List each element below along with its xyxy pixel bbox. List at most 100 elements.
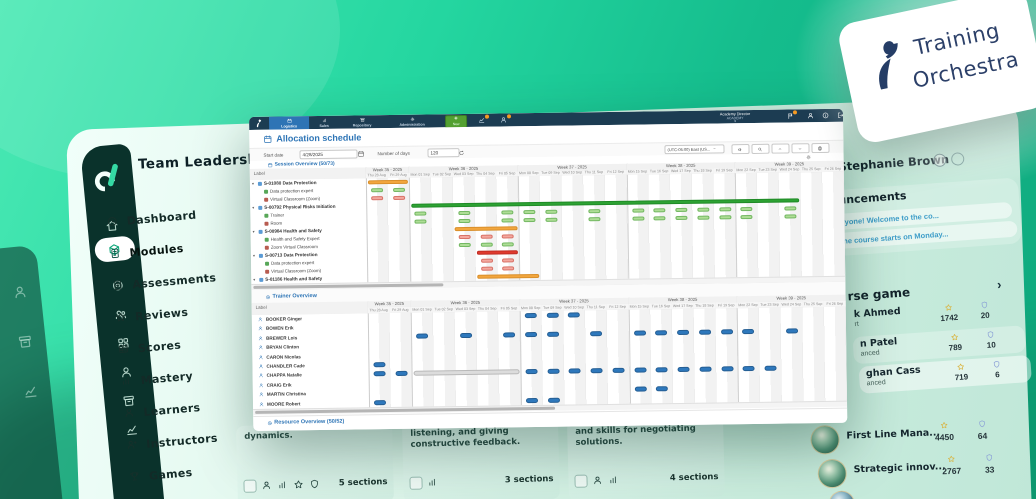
allocation-chip[interactable] — [373, 399, 386, 405]
allocation-chip[interactable] — [458, 242, 471, 248]
allocation-chip[interactable] — [370, 195, 384, 201]
allocation-chip[interactable] — [458, 234, 471, 240]
allocation-chip[interactable] — [544, 209, 558, 215]
allocation-chip[interactable] — [677, 329, 690, 335]
allocation-chip[interactable] — [545, 217, 558, 223]
session-bar[interactable] — [367, 179, 408, 185]
allocation-chip[interactable] — [656, 386, 669, 392]
allocation-chip[interactable] — [697, 215, 710, 221]
allocation-chip[interactable] — [653, 215, 666, 221]
allocation-chip[interactable] — [740, 206, 753, 212]
allocation-chip[interactable] — [588, 216, 601, 222]
allocation-chip[interactable] — [590, 368, 603, 374]
allocation-chip[interactable] — [568, 368, 582, 374]
allocation-chip[interactable] — [501, 210, 514, 215]
allocation-chip[interactable] — [612, 368, 625, 374]
allocation-chip[interactable] — [632, 216, 645, 221]
allocation-chip[interactable] — [523, 209, 536, 215]
allocation-chip[interactable] — [480, 258, 493, 264]
allocation-chip[interactable] — [392, 195, 405, 201]
allocation-chip[interactable] — [655, 329, 668, 336]
course-row[interactable]: Strategic innov... 2767 33 — [813, 450, 1024, 489]
allocation-chip[interactable] — [675, 207, 688, 213]
tab-sales[interactable]: Sales — [309, 116, 339, 129]
module-card[interactable]: and skills for negotiating solutions. 4 s… — [566, 416, 726, 499]
allocation-chip[interactable] — [764, 366, 777, 372]
allocation-chip[interactable] — [458, 218, 471, 224]
notifications-icon[interactable] — [950, 152, 965, 166]
allocation-chip[interactable] — [458, 210, 471, 216]
session-bar[interactable] — [477, 250, 518, 256]
allocation-chip[interactable] — [547, 397, 560, 403]
allocation-chip[interactable] — [699, 366, 712, 373]
allocation-chip[interactable] — [525, 397, 538, 403]
start-date-input[interactable] — [299, 149, 358, 160]
allocation-chip[interactable] — [416, 333, 429, 339]
allocation-chip[interactable] — [395, 371, 408, 377]
allocation-chip[interactable] — [742, 366, 755, 372]
allocation-chip[interactable] — [677, 367, 690, 373]
module-checkbox[interactable] — [243, 479, 257, 493]
allocation-chip[interactable] — [590, 330, 603, 337]
allocation-chip[interactable] — [698, 329, 711, 335]
allocation-chip[interactable] — [546, 312, 559, 318]
allocation-chip[interactable] — [655, 367, 668, 373]
module-checkbox[interactable] — [574, 474, 588, 488]
allocation-chip[interactable] — [653, 207, 666, 213]
module-card[interactable]: dynamics. 5 sections — [235, 421, 395, 499]
module-checkbox[interactable] — [409, 476, 423, 490]
info-button[interactable] — [821, 111, 832, 120]
allocation-chip[interactable] — [370, 187, 383, 193]
person-button[interactable] — [806, 112, 817, 121]
chevron-right-icon[interactable]: › — [997, 277, 1002, 292]
allocation-chip[interactable] — [568, 312, 581, 318]
account-menu[interactable]: Academy Director ACADEMY ▾ — [704, 111, 766, 123]
session-bar[interactable] — [454, 226, 518, 232]
allocation-chip[interactable] — [373, 371, 386, 377]
allocation-chip[interactable] — [501, 234, 514, 239]
printer-button[interactable] — [811, 142, 830, 154]
allocation-chip[interactable] — [480, 234, 493, 240]
allocation-chip[interactable] — [634, 367, 647, 374]
days-input[interactable] — [427, 148, 460, 158]
module-card[interactable]: listening, and giving constructive feedb… — [401, 418, 561, 499]
allocation-chip[interactable] — [546, 331, 559, 337]
session-overview-link[interactable]: Session Overview (50/73) — [275, 161, 335, 168]
resource-overview-link[interactable]: Resource Overview (50/52) — [274, 419, 344, 426]
allocation-chip[interactable] — [742, 328, 755, 334]
caret-down-button[interactable] — [791, 143, 810, 154]
allocation-chip[interactable] — [414, 219, 427, 224]
allocation-chip[interactable] — [414, 211, 427, 216]
allocation-chip[interactable] — [547, 369, 560, 375]
allocation-chip[interactable] — [720, 329, 733, 335]
trainer-overview-link[interactable]: Trainer Overview — [272, 293, 316, 300]
allocation-chip[interactable] — [633, 330, 646, 336]
search-button[interactable] — [751, 143, 770, 154]
allocation-chip[interactable] — [524, 331, 538, 337]
allocation-chip[interactable] — [523, 217, 536, 223]
allocation-chip[interactable] — [721, 366, 734, 372]
flag-button[interactable] — [786, 110, 798, 121]
allocation-chip[interactable] — [740, 214, 753, 220]
caret-up-button[interactable] — [771, 143, 790, 154]
allocation-chip[interactable] — [503, 332, 516, 338]
chart-toolbutton[interactable] — [477, 114, 490, 125]
allocation-chip[interactable] — [502, 258, 515, 263]
tab-logistics[interactable]: Logistics — [268, 116, 310, 130]
tab-administration[interactable]: Administration — [385, 114, 439, 128]
allocation-chip[interactable] — [501, 218, 514, 223]
allocation-chip[interactable] — [392, 187, 405, 193]
allocation-chip[interactable] — [525, 369, 538, 375]
allocation-chip[interactable] — [373, 362, 386, 368]
allocation-chip[interactable] — [718, 215, 731, 220]
allocation-chip[interactable] — [459, 332, 472, 338]
allocation-chip[interactable] — [697, 207, 710, 213]
allocation-chip[interactable] — [501, 242, 515, 247]
allocation-chip[interactable] — [502, 266, 515, 271]
tab-repository[interactable]: Repository — [339, 115, 385, 129]
allocation-chip[interactable] — [783, 206, 797, 211]
speaker-button[interactable] — [731, 144, 750, 155]
allocation-chip[interactable] — [785, 328, 798, 334]
allocation-chip[interactable] — [524, 313, 537, 319]
session-bar[interactable] — [413, 369, 520, 377]
